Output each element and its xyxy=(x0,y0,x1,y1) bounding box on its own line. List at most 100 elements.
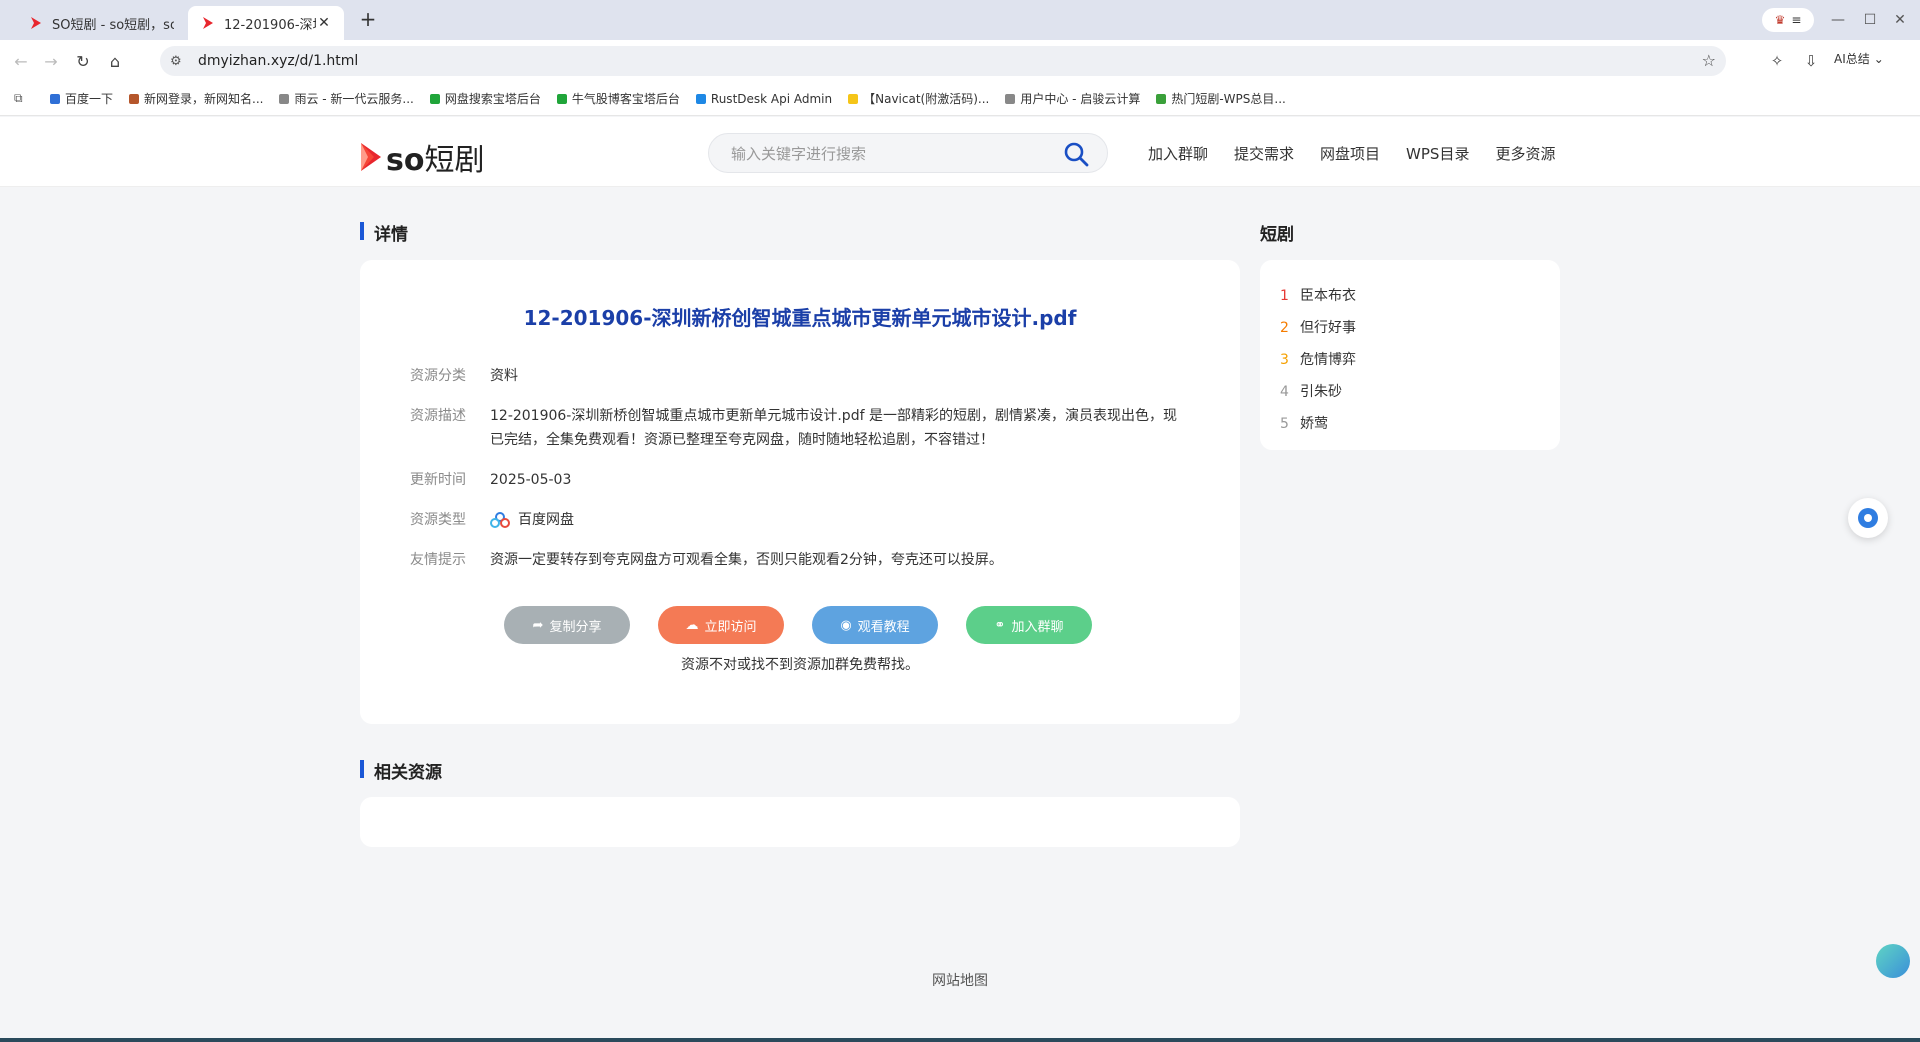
site-header: so短剧 加入群聊 提交需求 网盘项目 WPS目录 更多资源 xyxy=(0,117,1920,187)
chat-icon xyxy=(1858,508,1878,528)
join-group-button[interactable]: ⚭ 加入群聊 xyxy=(966,606,1092,644)
sidebar-card: 1 臣本布衣 2 但行好事 3 危情博弈 4 引朱砂 5 娇莺 xyxy=(1260,260,1560,450)
watch-tutorial-button[interactable]: ◉ 观看教程 xyxy=(812,606,938,644)
back-icon[interactable]: ← xyxy=(8,48,34,74)
copy-share-button[interactable]: ➦ 复制分享 xyxy=(504,606,630,644)
so-favicon-icon xyxy=(200,15,216,31)
tab-title: 12-201906-深圳新 xyxy=(224,17,316,33)
list-item[interactable]: 2 但行好事 xyxy=(1280,312,1356,344)
eye-icon: ◉ xyxy=(840,617,852,633)
ai-summary-button[interactable]: AI总结 ⌄ xyxy=(1834,50,1884,67)
logo-so: so xyxy=(386,143,425,178)
row-value: 资源一定要转存到夸克网盘方可观看全集，否则只能观看2分钟，夸克还可以投屏。 xyxy=(490,552,1003,568)
bookmark-item[interactable]: 网盘搜索宝塔后台 xyxy=(429,90,541,107)
row-value: 资料 xyxy=(490,368,518,384)
list-item[interactable]: 1 臣本布衣 xyxy=(1280,280,1356,312)
nav-submit-request[interactable]: 提交需求 xyxy=(1234,143,1294,164)
related-section-title: 相关资源 xyxy=(360,758,442,783)
extensions-icon[interactable]: ✧ xyxy=(1766,50,1788,72)
row-value: 12-201906-深圳新桥创智城重点城市更新单元城市设计.pdf 是一部精彩的… xyxy=(490,408,1177,448)
visit-now-button[interactable]: ☁ 立即访问 xyxy=(658,606,784,644)
bookmarks-bar: ⧉ 百度一下 新网登录，新网知名... 雨云 - 新一代云服务... 网盘搜索宝塔后台… xyxy=(0,82,1920,116)
nav-join-group[interactable]: 加入群聊 xyxy=(1148,143,1208,164)
bookmark-star-icon[interactable]: ☆ xyxy=(1702,51,1716,70)
apps-icon[interactable]: ⧉ xyxy=(14,91,34,106)
browser-tab-active[interactable]: 12-201906-深圳新 ✕ xyxy=(188,6,344,40)
download-icon[interactable]: ⇩ xyxy=(1800,50,1822,72)
action-buttons: ➦ 复制分享 ☁ 立即访问 ◉ 观看教程 ⚭ 加入群聊 xyxy=(504,606,1092,644)
rank-number: 4 xyxy=(1280,384,1289,400)
list-item[interactable]: 3 危情博弈 xyxy=(1280,344,1356,376)
bookmark-favicon-icon xyxy=(50,93,60,104)
category-row: 资源分类 资料 xyxy=(410,364,1190,388)
extension-pill[interactable]: ♛ ≡ xyxy=(1762,8,1814,32)
forward-icon[interactable]: → xyxy=(38,48,64,74)
bookmark-label: 【Navicat(附激活码)... xyxy=(863,92,990,106)
cloud-icon: ☁ xyxy=(685,617,699,633)
button-label: 立即访问 xyxy=(704,619,757,635)
sitemap-link[interactable]: 网站地图 xyxy=(0,970,1920,990)
bookmark-label: 热门短剧-WPS总目... xyxy=(1171,92,1286,106)
nav-netdisk-projects[interactable]: 网盘项目 xyxy=(1320,143,1380,164)
resource-title: 12-201906-深圳新桥创智城重点城市更新单元城市设计.pdf xyxy=(523,306,1077,330)
rank-list: 1 臣本布衣 2 但行好事 3 危情博弈 4 引朱砂 5 娇莺 xyxy=(1280,280,1356,440)
bookmark-favicon-icon xyxy=(695,93,706,104)
resource-type-row: 资源类型 百度网盘 xyxy=(410,508,1190,532)
row-label: 资源描述 xyxy=(410,408,466,424)
bookmark-item[interactable]: 【Navicat(附激活码)... xyxy=(848,90,989,107)
browser-tab[interactable]: SO短剧 - so短剧，so xyxy=(14,6,188,40)
row-label: 更新时间 xyxy=(410,472,466,488)
minimize-icon[interactable]: — xyxy=(1826,8,1850,32)
bookmark-favicon-icon xyxy=(848,93,859,104)
tab-title: SO短剧 - so短剧，so xyxy=(52,17,174,33)
close-tab-icon[interactable]: ✕ xyxy=(316,15,332,31)
ai-summary-label: AI总结 xyxy=(1834,52,1870,66)
search-icon[interactable] xyxy=(1063,141,1089,167)
browser-toolbar: ← → ↻ ⌂ ⚙ dmyizhan.xyz/d/1.html ☆ ✧ ⇩ AI… xyxy=(0,40,1920,82)
bookmark-item[interactable]: 牛气股博客宝塔后台 xyxy=(556,90,680,107)
reload-icon[interactable]: ↻ xyxy=(70,48,96,74)
logo-cn: 短剧 xyxy=(424,143,485,178)
bookmark-item[interactable]: 用户中心 - 启骏云计算 xyxy=(1005,90,1140,107)
bookmark-item[interactable]: 新网登录，新网知名... xyxy=(129,90,263,107)
bookmark-item[interactable]: 热门短剧-WPS总目... xyxy=(1156,90,1286,107)
rank-number: 3 xyxy=(1280,352,1289,368)
home-icon[interactable]: ⌂ xyxy=(102,48,128,74)
floating-chat-button[interactable] xyxy=(1848,498,1888,538)
nav-more-resources[interactable]: 更多资源 xyxy=(1495,143,1555,164)
bookmark-item[interactable]: 雨云 - 新一代云服务... xyxy=(279,90,414,107)
close-window-icon[interactable]: ✕ xyxy=(1888,8,1912,32)
row-label: 友情提示 xyxy=(410,552,466,568)
browser-tab-bar: SO短剧 - so短剧，so 12-201906-深圳新 ✕ + ♛ ≡ — ☐… xyxy=(0,0,1920,40)
search-box xyxy=(708,133,1108,173)
bookmark-favicon-icon xyxy=(1156,93,1167,104)
maximize-icon[interactable]: ☐ xyxy=(1858,8,1882,32)
tip-row: 友情提示 资源一定要转存到夸克网盘方可观看全集，否则只能观看2分钟，夸克还可以投… xyxy=(410,548,1190,572)
chevron-down-icon: ⌄ xyxy=(1873,51,1884,66)
drama-name: 娇莺 xyxy=(1300,416,1328,432)
menu-lines-icon: ≡ xyxy=(1791,13,1802,27)
rank-number: 1 xyxy=(1280,288,1289,304)
bookmark-item[interactable]: 百度一下 xyxy=(50,90,113,107)
nav-wps-directory[interactable]: WPS目录 xyxy=(1406,143,1469,164)
drama-name: 引朱砂 xyxy=(1300,384,1342,400)
new-tab-button[interactable]: + xyxy=(356,8,380,32)
update-time-row: 更新时间 2025-05-03 xyxy=(410,468,1190,492)
bookmark-favicon-icon xyxy=(279,93,290,104)
link-icon: ⚭ xyxy=(994,617,1006,633)
site-settings-icon[interactable]: ⚙ xyxy=(170,54,186,69)
row-label: 资源分类 xyxy=(410,368,466,384)
bookmark-favicon-icon xyxy=(1005,93,1016,104)
list-item[interactable]: 4 引朱砂 xyxy=(1280,376,1356,408)
site-logo[interactable]: so短剧 xyxy=(360,135,484,179)
bookmark-item[interactable]: RustDesk Api Admin xyxy=(695,90,832,107)
list-item[interactable]: 5 娇莺 xyxy=(1280,408,1356,440)
address-bar[interactable]: ⚙ dmyizhan.xyz/d/1.html ☆ xyxy=(160,46,1726,76)
search-input[interactable] xyxy=(731,143,1051,165)
logo-text: so短剧 xyxy=(386,135,484,179)
bookmark-label: 牛气股博客宝塔后台 xyxy=(571,92,680,106)
pan-name: 百度网盘 xyxy=(518,512,574,528)
baidu-pan-icon xyxy=(490,512,510,528)
assistant-orb-icon[interactable] xyxy=(1876,944,1910,978)
drama-name: 臣本布衣 xyxy=(1300,288,1356,304)
